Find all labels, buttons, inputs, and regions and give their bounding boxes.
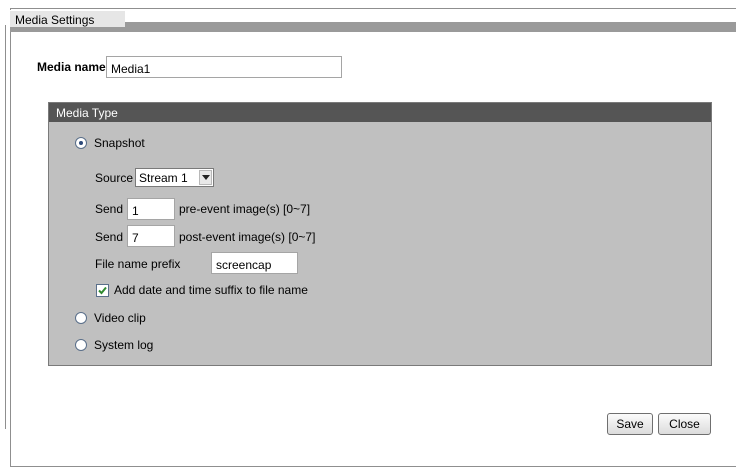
source-select[interactable]: Stream 1: [135, 168, 214, 187]
pre-event-suffix: pre-event image(s) [0~7]: [179, 202, 311, 216]
file-name-prefix-input[interactable]: [211, 252, 298, 274]
left-border-line: [5, 25, 6, 429]
panel-title-bar: Media Settings: [10, 10, 736, 36]
post-event-count-input[interactable]: [127, 225, 175, 247]
pre-event-count-input[interactable]: [127, 198, 175, 220]
system-log-radio-icon[interactable]: [75, 339, 87, 351]
panel-title: Media Settings: [15, 13, 95, 27]
send-pre-label: Send: [95, 202, 124, 216]
video-clip-label[interactable]: Video clip: [94, 311, 146, 325]
media-type-header: Media Type: [49, 103, 711, 122]
file-name-prefix-label: File name prefix: [95, 257, 181, 271]
media-name-label: Media name: [37, 60, 106, 74]
snapshot-label[interactable]: Snapshot: [94, 136, 145, 150]
add-suffix-checkbox[interactable]: [96, 284, 109, 297]
media-type-title: Media Type: [56, 106, 118, 120]
dropdown-arrow-icon[interactable]: [199, 170, 212, 185]
save-button[interactable]: Save: [607, 413, 653, 435]
media-name-input[interactable]: [106, 56, 342, 78]
title-tab: Media Settings: [10, 10, 125, 27]
snapshot-radio-icon[interactable]: [75, 137, 87, 149]
video-clip-radio-icon[interactable]: [75, 312, 87, 324]
system-log-label[interactable]: System log: [94, 338, 153, 352]
add-suffix-label[interactable]: Add date and time suffix to file name: [114, 283, 308, 297]
close-button[interactable]: Close: [658, 413, 711, 435]
source-select-value: Stream 1: [139, 171, 188, 185]
send-post-label: Send: [95, 230, 124, 244]
post-event-suffix: post-event image(s) [0~7]: [179, 230, 316, 244]
checkmark-icon: [98, 286, 107, 295]
source-label: Source: [95, 171, 134, 185]
